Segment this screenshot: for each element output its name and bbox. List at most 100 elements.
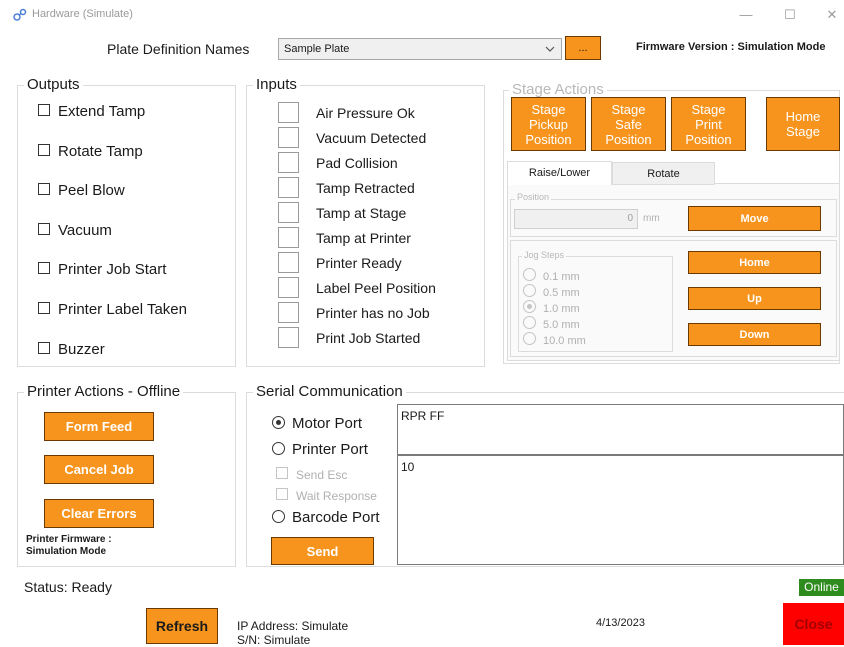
serial-output-textarea[interactable]: RPR FF [397,404,844,455]
button-line: Stage [611,101,646,117]
button-line: Position [605,131,652,147]
input-label: Printer has no Job [316,305,430,321]
wait-response-checkbox[interactable]: Wait Response [276,488,377,503]
input-indicator [278,127,299,148]
input-label: Air Pressure Ok [316,105,415,121]
ip-address: IP Address: Simulate [237,619,349,633]
printer-firmware-line: Printer Firmware : [26,534,112,545]
minimize-button[interactable]: — [726,4,766,26]
button-line: Stage [691,101,726,117]
radio-icon [523,284,536,297]
motor-port-label: Motor Port [292,415,363,432]
chevron-down-icon [545,46,555,52]
inputs-title: Inputs [253,76,300,93]
checkbox-icon [38,302,50,314]
close-button[interactable]: Close [783,603,844,645]
jog-option-label: 10.0 mm [543,335,586,347]
position-field: 0 [514,209,638,229]
output-printer-label-taken[interactable]: Printer Label Taken [38,301,187,318]
motor-port-radio[interactable]: Motor Port [272,415,362,432]
checkbox-icon [38,342,50,354]
output-label: Peel Blow [58,182,125,199]
clear-errors-button[interactable]: Clear Errors [44,499,154,528]
barcode-port-radio[interactable]: Barcode Port [272,509,380,526]
radio-icon [272,442,285,455]
device-info: IP Address: Simulate S/N: Simulate [237,619,348,647]
button-line: Safe [615,116,642,132]
jog-option-label: 0.1 mm [543,271,580,283]
output-buzzer[interactable]: Buzzer [38,341,105,358]
wait-response-label: Wait Response [296,489,377,503]
button-line: Pickup [528,116,569,132]
barcode-port-label: Barcode Port [292,509,380,526]
input-label: Printer Ready [316,255,402,271]
send-button[interactable]: Send [271,537,374,565]
radio-icon [523,300,536,313]
tab-raise-lower[interactable]: Raise/Lower [507,161,612,185]
radio-icon [523,316,536,329]
plate-definition-select[interactable]: Sample Plate [278,38,562,60]
outputs-title: Outputs [24,76,83,93]
browse-button[interactable]: ... [565,36,601,60]
input-indicator [278,277,299,298]
checkbox-icon [38,144,50,156]
stage-print-position-button[interactable]: Stage Print Position [671,97,746,151]
jog-option-0.1[interactable]: 0.1 mm [523,268,580,283]
tab-rotate[interactable]: Rotate [612,162,715,185]
button-line: Print [695,116,722,132]
printer-actions-title: Printer Actions - Offline [24,383,184,400]
home-stage-button[interactable]: Home Stage [766,97,840,151]
button-line: Stage [531,101,566,117]
radio-icon [272,416,285,429]
button-line: Position [525,131,572,147]
jog-option-1.0[interactable]: 1.0 mm [523,300,580,315]
stage-pickup-position-button[interactable]: Stage Pickup Position [511,97,586,151]
input-label: Print Job Started [316,330,421,346]
output-printer-job-start[interactable]: Printer Job Start [38,261,166,278]
cancel-job-button[interactable]: Cancel Job [44,455,154,484]
jog-option-5.0[interactable]: 5.0 mm [523,316,580,331]
output-label: Extend Tamp [58,103,146,120]
stage-safe-position-button[interactable]: Stage Safe Position [591,97,666,151]
output-vacuum[interactable]: Vacuum [38,222,112,239]
output-extend-tamp[interactable]: Extend Tamp [38,103,145,120]
jog-steps-title: Jog Steps [522,250,567,260]
close-window-button[interactable]: ✕ [812,4,844,26]
printer-port-radio[interactable]: Printer Port [272,441,368,458]
input-label: Tamp at Stage [316,205,407,221]
position-title: Position [515,192,552,202]
position-value: 0 [627,213,633,224]
output-peel-blow[interactable]: Peel Blow [38,182,125,199]
jog-home-button[interactable]: Home [688,251,821,274]
window-title: Hardware (Simulate) [32,8,133,20]
printer-port-label: Printer Port [292,441,368,458]
input-label: Vacuum Detected [316,130,427,146]
printer-firmware-line: Simulation Mode [26,546,106,557]
title-bar: Hardware (Simulate) — ☐ ✕ [0,0,844,30]
jog-option-label: 0.5 mm [543,287,580,299]
jog-down-button[interactable]: Down [688,323,821,346]
jog-option-0.5[interactable]: 0.5 mm [523,284,580,299]
input-label: Tamp at Printer [316,230,411,246]
serial-input-textarea[interactable]: 10 [397,455,844,565]
input-indicator [278,252,299,273]
move-button[interactable]: Move [688,206,821,231]
checkbox-icon [38,183,50,195]
input-indicator [278,177,299,198]
button-line: Home [785,109,821,124]
input-label: Label Peel Position [316,280,436,296]
jog-up-button[interactable]: Up [688,287,821,310]
output-label: Rotate Tamp [58,143,143,160]
refresh-button[interactable]: Refresh [146,608,218,644]
send-esc-checkbox[interactable]: Send Esc [276,467,347,482]
output-rotate-tamp[interactable]: Rotate Tamp [38,143,143,160]
jog-option-10.0[interactable]: 10.0 mm [523,332,586,347]
status-text: Status: Ready [24,579,112,595]
checkbox-icon [276,467,288,479]
output-label: Printer Job Start [58,261,167,278]
checkbox-icon [276,488,288,500]
form-feed-button[interactable]: Form Feed [44,412,154,441]
input-label: Tamp Retracted [316,180,415,196]
maximize-button[interactable]: ☐ [770,4,810,26]
checkbox-icon [38,223,50,235]
